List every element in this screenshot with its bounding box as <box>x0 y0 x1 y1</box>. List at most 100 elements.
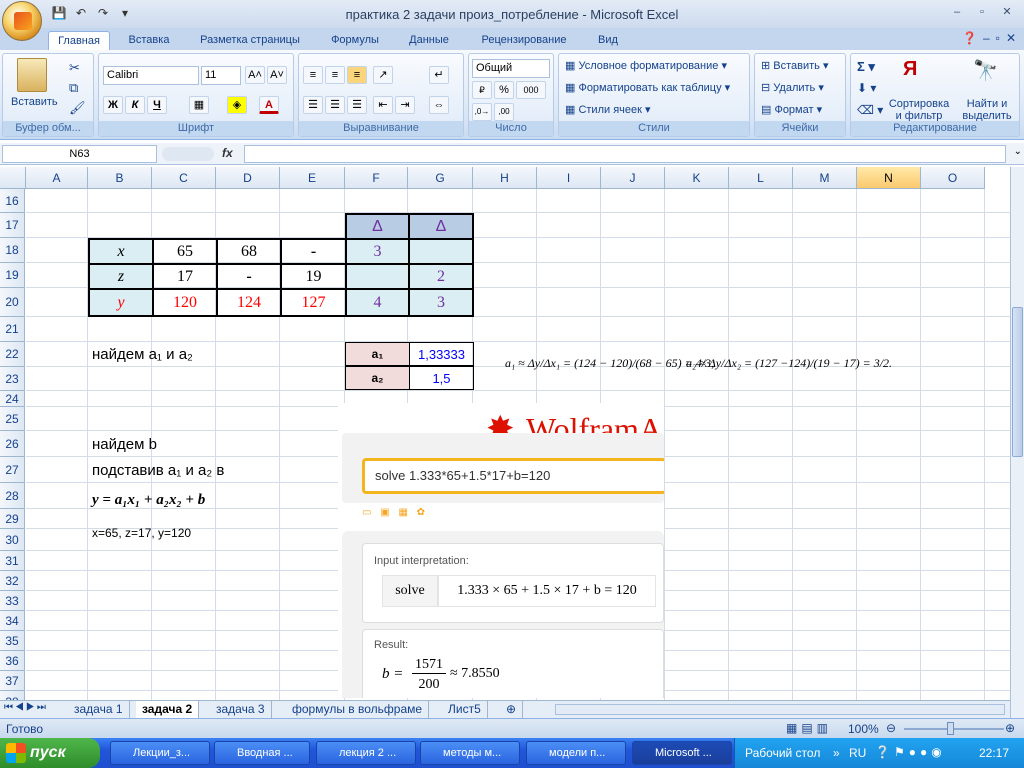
wolfram-query-input[interactable]: solve 1.333*65+1.5*17+b=120 <box>362 458 664 494</box>
sheet-nav-icon[interactable]: ⏮◀▶⏭ <box>4 702 48 713</box>
row-header-19[interactable]: 19 <box>0 263 25 288</box>
column-header-a[interactable]: A <box>26 167 88 189</box>
delta-header-g[interactable]: Δ <box>408 213 474 240</box>
sheet-tab-5[interactable]: Лист5 <box>442 701 488 718</box>
format-cells-button[interactable]: ▤ Формат ▾ <box>761 103 822 116</box>
tray-expand-icon[interactable]: » <box>833 746 840 760</box>
cell-y-f[interactable]: 4 <box>345 288 410 317</box>
align-bottom-icon[interactable]: ≡ <box>347 66 367 84</box>
sheet-tab-1[interactable]: задача 1 <box>68 701 130 718</box>
zoom-slider-thumb[interactable] <box>947 722 954 735</box>
find-select-button[interactable]: Найти и выделить <box>957 98 1017 122</box>
delta-header-f[interactable]: Δ <box>345 213 410 240</box>
tab-data[interactable]: Данные <box>398 31 460 50</box>
close-button[interactable]: ✕ <box>996 4 1018 20</box>
increase-indent-icon[interactable]: ⇥ <box>395 96 415 114</box>
cell-x-label[interactable]: x <box>88 238 154 265</box>
row-header-31[interactable]: 31 <box>0 551 25 571</box>
column-header-j[interactable]: J <box>601 167 665 189</box>
row-header-23[interactable]: 23 <box>0 367 25 391</box>
column-header-m[interactable]: M <box>793 167 857 189</box>
column-header-g[interactable]: G <box>408 167 473 189</box>
row-header-17[interactable]: 17 <box>0 213 25 238</box>
close-workbook-icon[interactable]: ✕ <box>1006 31 1016 45</box>
expand-formula-icon[interactable]: ⌄ <box>1014 146 1022 157</box>
cell-z-c[interactable]: 17 <box>152 263 218 290</box>
underline-button[interactable]: Ч <box>147 96 167 114</box>
row-header-37[interactable]: 37 <box>0 671 25 691</box>
a1-value[interactable]: 1,33333 <box>409 342 474 366</box>
autosum-icon[interactable]: Σ ▾ <box>857 59 875 75</box>
insert-sheet-icon[interactable]: ⊕ <box>500 701 524 718</box>
cell-y-g[interactable]: 3 <box>408 288 474 317</box>
column-header-i[interactable]: I <box>537 167 601 189</box>
cell-z-f[interactable] <box>345 263 410 290</box>
row-header-27[interactable]: 27 <box>0 457 25 483</box>
row-header-29[interactable]: 29 <box>0 509 25 529</box>
align-top-icon[interactable]: ≡ <box>303 66 323 84</box>
a1-label[interactable]: a₁ <box>345 342 410 366</box>
view-buttons-icon[interactable]: ▦▤▥ <box>786 721 832 735</box>
formula-input[interactable] <box>244 145 1006 163</box>
bold-button[interactable]: Ж <box>103 96 123 114</box>
column-header-d[interactable]: D <box>216 167 280 189</box>
align-left-icon[interactable]: ☰ <box>303 96 323 114</box>
align-center-icon[interactable]: ☰ <box>325 96 345 114</box>
tab-formulas[interactable]: Формулы <box>320 31 390 50</box>
column-header-b[interactable]: B <box>88 167 152 189</box>
row-header-36[interactable]: 36 <box>0 651 25 671</box>
taskbar-item-1[interactable]: Лекции_з... <box>110 741 210 765</box>
sort-filter-icon[interactable]: Я <box>903 58 917 81</box>
help-icon[interactable]: ❓ <box>962 31 977 45</box>
taskbar-item-5[interactable]: модели п... <box>526 741 626 765</box>
select-all-corner[interactable] <box>0 167 26 189</box>
sheet-tab-4[interactable]: формулы в вольфраме <box>286 701 430 718</box>
column-header-f[interactable]: F <box>345 167 408 189</box>
taskbar-item-2[interactable]: Вводная ... <box>214 741 310 765</box>
tab-page-layout[interactable]: Разметка страницы <box>190 31 310 50</box>
cell-z-g[interactable]: 2 <box>408 263 474 290</box>
font-color-icon[interactable]: A <box>259 96 279 114</box>
cell-x-f[interactable]: 3 <box>345 238 410 265</box>
language-indicator[interactable]: RU <box>849 746 866 760</box>
shrink-font-icon[interactable]: A˅ <box>267 66 287 84</box>
row-header-32[interactable]: 32 <box>0 571 25 591</box>
align-right-icon[interactable]: ☰ <box>347 96 367 114</box>
tab-home[interactable]: Главная <box>48 31 110 50</box>
paste-button[interactable]: Вставить <box>11 96 58 108</box>
tab-insert[interactable]: Вставка <box>118 31 180 50</box>
cell-y-c[interactable]: 120 <box>152 288 218 317</box>
column-header-h[interactable]: H <box>473 167 537 189</box>
orientation-icon[interactable]: ↗ <box>373 66 393 84</box>
copy-icon[interactable]: ⧉ <box>69 80 78 96</box>
wrap-text-icon[interactable]: ↵ <box>429 66 449 84</box>
column-header-e[interactable]: E <box>280 167 345 189</box>
column-header-k[interactable]: K <box>665 167 729 189</box>
find-select-icon[interactable]: 🔭 <box>973 58 998 83</box>
insert-cells-button[interactable]: ⊞ Вставить ▾ <box>761 59 829 72</box>
scroll-thumb[interactable] <box>1012 307 1023 457</box>
horizontal-scrollbar[interactable] <box>555 704 1005 715</box>
sort-filter-button[interactable]: Сортировка и фильтр <box>885 98 953 122</box>
row-header-28[interactable]: 28 <box>0 483 25 509</box>
desktop-toolbar[interactable]: Рабочий стол <box>745 746 820 760</box>
format-as-table-button[interactable]: ▦ Форматировать как таблицу ▾ <box>565 81 730 94</box>
zoom-in-icon[interactable]: ⊕ <box>1005 721 1015 735</box>
zoom-out-icon[interactable]: ⊖ <box>886 721 896 735</box>
cell-x-g[interactable] <box>408 238 474 265</box>
percent-icon[interactable]: % <box>494 81 514 99</box>
delete-cells-button[interactable]: ⊟ Удалить ▾ <box>761 81 824 94</box>
cell-z-d[interactable]: - <box>216 263 282 290</box>
cell-z-e[interactable]: 19 <box>280 263 347 290</box>
conditional-formatting-button[interactable]: ▦ Условное форматирование ▾ <box>565 59 727 72</box>
note-find-a[interactable]: найдем a₁ и a₂ <box>92 341 193 367</box>
row-header-22[interactable]: 22 <box>0 342 25 367</box>
note-subst[interactable]: подставив a₁ и a₂ в <box>92 457 224 483</box>
cell-y-e[interactable]: 127 <box>280 288 347 317</box>
paste-icon[interactable] <box>17 58 47 92</box>
cell-y-label[interactable]: y <box>88 288 154 317</box>
fill-color-icon[interactable]: ◈ <box>227 96 247 114</box>
tray-icons[interactable]: ❔⚑●●◉ <box>875 745 946 759</box>
insert-function-icon[interactable]: fx <box>222 146 233 160</box>
cell-y-d[interactable]: 124 <box>216 288 282 317</box>
